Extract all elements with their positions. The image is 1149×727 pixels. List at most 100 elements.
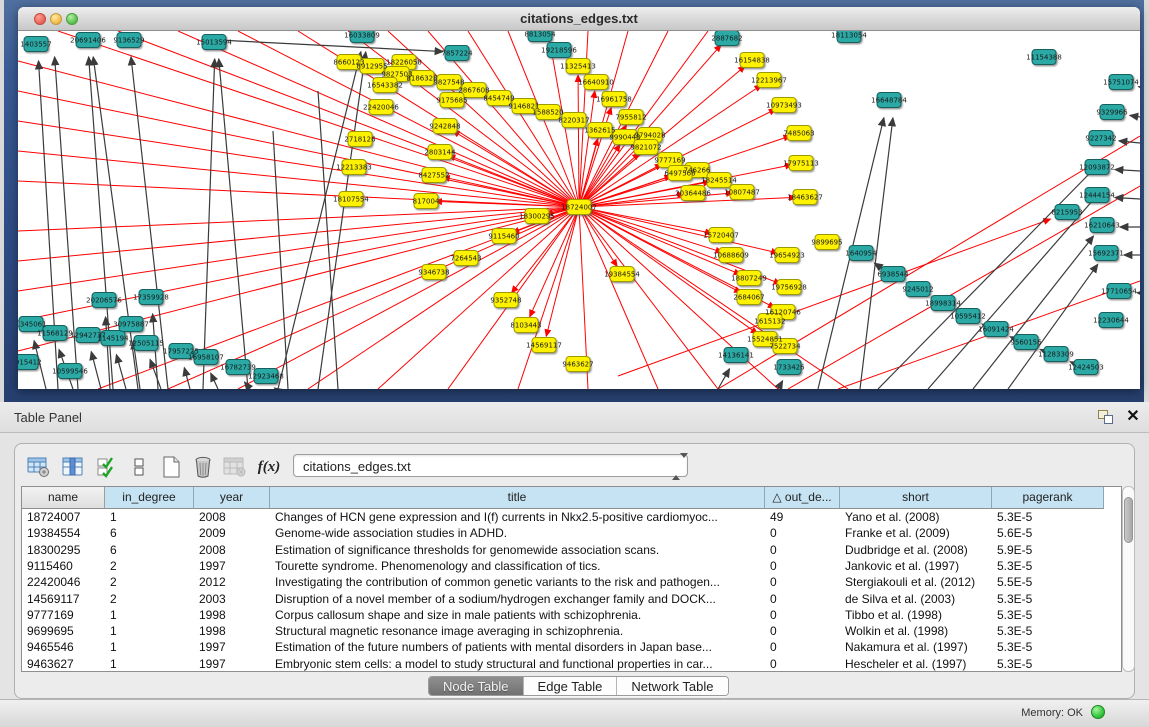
table-cell: 1 xyxy=(105,509,194,525)
graph-edge xyxy=(546,207,579,336)
graph-node-label: 18724007 xyxy=(561,204,597,212)
graph-node-label: 12923468 xyxy=(248,373,284,381)
network-window[interactable]: citations_edges.txt 18724007866012 xyxy=(18,7,1140,389)
graph-node-label: 16033809 xyxy=(344,32,380,40)
column-header-name[interactable]: name xyxy=(22,487,105,509)
table-row[interactable]: 2242004622012Investigating the contribut… xyxy=(22,574,1121,590)
graph-node-label: 817004 xyxy=(413,198,440,206)
cytoscape-network-desktop: citations_edges.txt 18724007866012 xyxy=(4,0,1144,402)
table-cell: 0 xyxy=(765,542,840,558)
graph-node-label: 19654923 xyxy=(769,252,805,260)
table-cell: 2 xyxy=(105,591,194,607)
table-select-dropdown[interactable]: citations_edges.txt xyxy=(293,454,688,477)
table-row[interactable]: 969969511998Structural magnetic resonanc… xyxy=(22,623,1121,639)
table-cell: Jankovic et al. (1997) xyxy=(840,558,992,574)
table-cell: 9465546 xyxy=(22,639,105,655)
graph-node-label: 6497568 xyxy=(664,170,695,178)
graph-edge xyxy=(1130,115,1140,117)
graph-node-label: 9136529 xyxy=(113,37,144,45)
table-row[interactable]: 977716911998Corpus callosum shape and si… xyxy=(22,607,1121,623)
table-cell: 2008 xyxy=(194,509,270,525)
table-row[interactable]: 911546021997Tourette syndrome. Phenomeno… xyxy=(22,558,1121,574)
graph-node-label: 18226058 xyxy=(386,59,422,67)
graph-node-label: 22420046 xyxy=(363,104,399,112)
table-cell: Hescheler et al. (1997) xyxy=(840,656,992,672)
table-row[interactable]: 1872400712008Changes of HCN gene express… xyxy=(22,509,1121,525)
table-row[interactable]: 1938455462009Genome-wide association stu… xyxy=(22,525,1121,541)
table-row[interactable]: 1830029562008Estimation of significance … xyxy=(22,542,1121,558)
graph-node-label: 18463627 xyxy=(787,194,823,202)
function-builder-icon[interactable]: f(x) xyxy=(255,453,283,481)
close-panel-icon[interactable]: ✕ xyxy=(1124,408,1142,426)
graph-node-label: 14569117 xyxy=(526,342,562,350)
table-row[interactable]: 1456911722003Disruption of a novel membe… xyxy=(22,591,1121,607)
table-panel-group: f(x) citations_edges.txt namein_degreeye… xyxy=(14,443,1135,699)
graph-node-label: 16091424 xyxy=(978,326,1014,334)
table-cell: 1 xyxy=(105,607,194,623)
graph-node-label: 19756928 xyxy=(771,284,807,292)
column-header-short[interactable]: short xyxy=(840,487,992,509)
delete-table-icon[interactable] xyxy=(189,453,217,481)
graph-edge xyxy=(578,75,579,207)
graph-edge xyxy=(448,155,579,207)
graph-node-label: 16958107 xyxy=(188,354,224,362)
table-cell: 2012 xyxy=(194,574,270,590)
tab-node-table[interactable]: Node Table xyxy=(429,677,524,696)
graph-node-label: 20364486 xyxy=(675,190,711,198)
graph-node-label: 17975113 xyxy=(783,160,819,168)
table-cell: 2003 xyxy=(194,591,270,607)
scrollbar-thumb[interactable] xyxy=(1124,497,1133,543)
tab-edge-table[interactable]: Edge Table xyxy=(524,677,618,696)
column-header-out-de-[interactable]: △ out_de... xyxy=(765,487,840,509)
graph-edge xyxy=(203,59,215,389)
table-cell: Stergiakouli et al. (2012) xyxy=(840,574,992,590)
graph-edge xyxy=(274,388,276,389)
graph-node-label: 7485063 xyxy=(783,130,814,138)
graph-edge xyxy=(788,186,1140,389)
graph-node-label: 11283309 xyxy=(1038,351,1074,359)
table-row[interactable]: 946362711997Embryonic stem cells: a mode… xyxy=(22,656,1121,672)
float-panel-icon[interactable] xyxy=(1098,410,1114,425)
graph-node-label: 2718126 xyxy=(344,136,376,144)
table-settings-icon[interactable] xyxy=(25,453,53,481)
table-cell: Tibbo et al. (1998) xyxy=(840,607,992,623)
table-header-row: namein_degreeyeartitle△ out_de...shortpa… xyxy=(22,487,1121,509)
table-cell: 1 xyxy=(105,623,194,639)
table-cell: 5.3E-5 xyxy=(992,623,1104,639)
graph-node-label: 9115460 xyxy=(488,233,519,241)
graph-node-label: 1145194 xyxy=(97,335,129,343)
graph-node-label: 2684067 xyxy=(733,294,764,302)
graph-node-label: 17359928 xyxy=(133,294,169,302)
network-canvas[interactable]: 1872400786601238912955182260589827503818… xyxy=(18,31,1140,389)
table-cell: Changes of HCN gene expression and I(f) … xyxy=(270,509,765,525)
graph-node-label: 16640910 xyxy=(578,79,614,87)
graph-node-label: 10973493 xyxy=(766,102,802,110)
table-cell: Wolkin et al. (1998) xyxy=(840,623,992,639)
table-cell: 22420046 xyxy=(22,574,105,590)
table-panel-title: Table Panel xyxy=(14,410,82,425)
graph-node-label: 10807487 xyxy=(724,189,760,197)
row-height-icon[interactable] xyxy=(125,453,153,481)
table-cell: 5.5E-5 xyxy=(992,574,1104,590)
table-cell: Dudbridge et al. (2008) xyxy=(840,542,992,558)
column-chooser-icon[interactable] xyxy=(59,453,87,481)
graph-node-label: 11568129 xyxy=(37,330,73,338)
graph-node-label: 30975887 xyxy=(113,321,149,329)
table-cell: Franke et al. (2009) xyxy=(840,525,992,541)
graph-node-label: 18107554 xyxy=(333,196,369,204)
column-header-year[interactable]: year xyxy=(194,487,270,509)
table-cell: 2 xyxy=(105,558,194,574)
graph-node-label: 9827548 xyxy=(433,79,464,87)
select-columns-icon[interactable] xyxy=(93,453,121,481)
table-cell: 1997 xyxy=(194,558,270,574)
tab-network-table[interactable]: Network Table xyxy=(617,677,727,696)
column-header-title[interactable]: title xyxy=(270,487,765,509)
column-header-pagerank[interactable]: pagerank xyxy=(992,487,1104,509)
new-table-icon[interactable] xyxy=(157,453,185,481)
table-row[interactable]: 946554611997Estimation of the future num… xyxy=(22,639,1121,655)
table-vertical-scrollbar[interactable] xyxy=(1122,486,1135,672)
graph-edge xyxy=(18,207,579,231)
graph-node-label: 1640954 xyxy=(845,250,877,258)
network-window-titlebar[interactable]: citations_edges.txt xyxy=(18,7,1140,31)
column-header-in-degree[interactable]: in_degree xyxy=(105,487,194,509)
